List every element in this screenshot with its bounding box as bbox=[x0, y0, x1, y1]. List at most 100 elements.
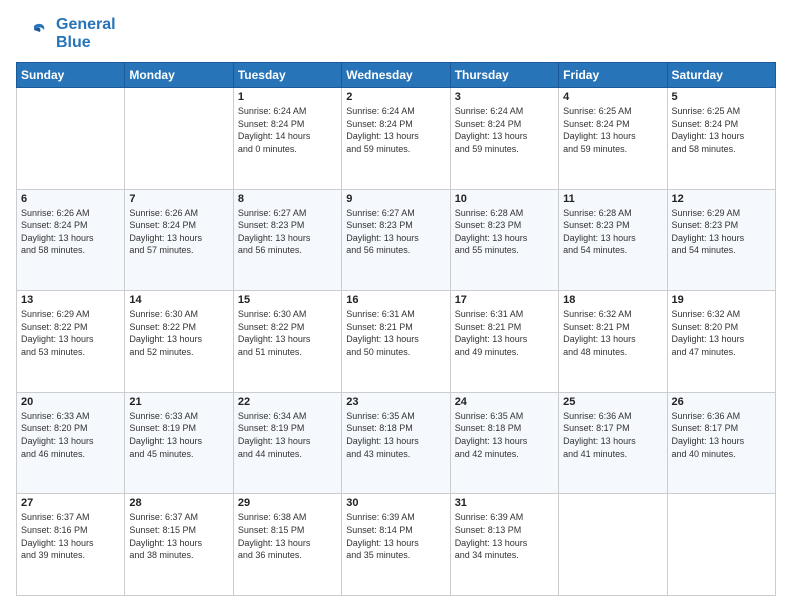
day-info: Sunrise: 6:33 AM Sunset: 8:20 PM Dayligh… bbox=[21, 410, 120, 460]
day-info: Sunrise: 6:37 AM Sunset: 8:16 PM Dayligh… bbox=[21, 511, 120, 561]
day-info: Sunrise: 6:30 AM Sunset: 8:22 PM Dayligh… bbox=[238, 308, 337, 358]
calendar-cell: 14 Sunrise: 6:30 AM Sunset: 8:22 PM Dayli… bbox=[125, 291, 233, 393]
day-number: 6 bbox=[21, 193, 120, 205]
day-info: Sunrise: 6:26 AM Sunset: 8:24 PM Dayligh… bbox=[129, 207, 228, 257]
calendar-cell: 4Sunrise: 6:25 AM Sunset: 8:24 PM Daylig… bbox=[559, 88, 667, 190]
day-number: 8 bbox=[238, 193, 337, 205]
calendar-cell: 23 Sunrise: 6:35 AM Sunset: 8:18 PM Dayli… bbox=[342, 392, 450, 494]
calendar-cell: 27 Sunrise: 6:37 AM Sunset: 8:16 PM Dayli… bbox=[17, 494, 125, 596]
day-info: Sunrise: 6:35 AM Sunset: 8:18 PM Dayligh… bbox=[346, 410, 445, 460]
calendar-cell: 8Sunrise: 6:27 AM Sunset: 8:23 PM Daylig… bbox=[233, 189, 341, 291]
weekday-header-saturday: Saturday bbox=[667, 63, 775, 88]
calendar-cell: 18 Sunrise: 6:32 AM Sunset: 8:21 PM Dayli… bbox=[559, 291, 667, 393]
calendar-cell: 31 Sunrise: 6:39 AM Sunset: 8:13 PM Dayli… bbox=[450, 494, 558, 596]
calendar-week-row: 13 Sunrise: 6:29 AM Sunset: 8:22 PM Dayli… bbox=[17, 291, 776, 393]
day-info: Sunrise: 6:31 AM Sunset: 8:21 PM Dayligh… bbox=[455, 308, 554, 358]
day-number: 23 bbox=[346, 396, 445, 408]
day-info: Sunrise: 6:29 AM Sunset: 8:22 PM Dayligh… bbox=[21, 308, 120, 358]
day-info: Sunrise: 6:26 AM Sunset: 8:24 PM Dayligh… bbox=[21, 207, 120, 257]
logo-bird-icon bbox=[16, 16, 52, 52]
calendar-cell bbox=[17, 88, 125, 190]
day-info: Sunrise: 6:37 AM Sunset: 8:15 PM Dayligh… bbox=[129, 511, 228, 561]
calendar-cell: 22 Sunrise: 6:34 AM Sunset: 8:19 PM Dayli… bbox=[233, 392, 341, 494]
day-number: 28 bbox=[129, 497, 228, 509]
calendar-cell: 1 Sunrise: 6:24 AM Sunset: 8:24 PM Daylig… bbox=[233, 88, 341, 190]
day-number: 27 bbox=[21, 497, 120, 509]
logo-container: General Blue bbox=[16, 16, 116, 52]
day-number: 11 bbox=[563, 193, 662, 205]
day-info: Sunrise: 6:36 AM Sunset: 8:17 PM Dayligh… bbox=[563, 410, 662, 460]
day-info: Sunrise: 6:25 AM Sunset: 8:24 PM Dayligh… bbox=[672, 105, 771, 155]
weekday-header-row: SundayMondayTuesdayWednesdayThursdayFrid… bbox=[17, 63, 776, 88]
day-number: 25 bbox=[563, 396, 662, 408]
day-info: Sunrise: 6:28 AM Sunset: 8:23 PM Dayligh… bbox=[563, 207, 662, 257]
calendar-cell: 10 Sunrise: 6:28 AM Sunset: 8:23 PM Dayli… bbox=[450, 189, 558, 291]
day-number: 29 bbox=[238, 497, 337, 509]
day-number: 18 bbox=[563, 294, 662, 306]
day-number: 16 bbox=[346, 294, 445, 306]
calendar-cell: 5 Sunrise: 6:25 AM Sunset: 8:24 PM Daylig… bbox=[667, 88, 775, 190]
day-number: 26 bbox=[672, 396, 771, 408]
day-info: Sunrise: 6:30 AM Sunset: 8:22 PM Dayligh… bbox=[129, 308, 228, 358]
day-info: Sunrise: 6:29 AM Sunset: 8:23 PM Dayligh… bbox=[672, 207, 771, 257]
day-number: 21 bbox=[129, 396, 228, 408]
day-info: Sunrise: 6:39 AM Sunset: 8:13 PM Dayligh… bbox=[455, 511, 554, 561]
day-info: Sunrise: 6:31 AM Sunset: 8:21 PM Dayligh… bbox=[346, 308, 445, 358]
calendar-cell: 11 Sunrise: 6:28 AM Sunset: 8:23 PM Dayli… bbox=[559, 189, 667, 291]
day-number: 7 bbox=[129, 193, 228, 205]
day-number: 31 bbox=[455, 497, 554, 509]
day-number: 5 bbox=[672, 91, 771, 103]
logo-general: General bbox=[56, 16, 116, 34]
calendar-cell: 2Sunrise: 6:24 AM Sunset: 8:24 PM Daylig… bbox=[342, 88, 450, 190]
day-number: 19 bbox=[672, 294, 771, 306]
day-info: Sunrise: 6:32 AM Sunset: 8:21 PM Dayligh… bbox=[563, 308, 662, 358]
calendar-table: SundayMondayTuesdayWednesdayThursdayFrid… bbox=[16, 62, 776, 596]
calendar-cell: 17 Sunrise: 6:31 AM Sunset: 8:21 PM Dayli… bbox=[450, 291, 558, 393]
day-number: 20 bbox=[21, 396, 120, 408]
day-number: 9 bbox=[346, 193, 445, 205]
day-info: Sunrise: 6:32 AM Sunset: 8:20 PM Dayligh… bbox=[672, 308, 771, 358]
day-number: 14 bbox=[129, 294, 228, 306]
day-info: Sunrise: 6:34 AM Sunset: 8:19 PM Dayligh… bbox=[238, 410, 337, 460]
calendar-cell: 6 Sunrise: 6:26 AM Sunset: 8:24 PM Daylig… bbox=[17, 189, 125, 291]
calendar-week-row: 27 Sunrise: 6:37 AM Sunset: 8:16 PM Dayli… bbox=[17, 494, 776, 596]
calendar-cell bbox=[125, 88, 233, 190]
day-info: Sunrise: 6:28 AM Sunset: 8:23 PM Dayligh… bbox=[455, 207, 554, 257]
weekday-header-tuesday: Tuesday bbox=[233, 63, 341, 88]
weekday-header-wednesday: Wednesday bbox=[342, 63, 450, 88]
calendar-cell: 3Sunrise: 6:24 AM Sunset: 8:24 PM Daylig… bbox=[450, 88, 558, 190]
day-number: 24 bbox=[455, 396, 554, 408]
calendar-week-row: 1 Sunrise: 6:24 AM Sunset: 8:24 PM Daylig… bbox=[17, 88, 776, 190]
day-info: Sunrise: 6:38 AM Sunset: 8:15 PM Dayligh… bbox=[238, 511, 337, 561]
day-number: 17 bbox=[455, 294, 554, 306]
day-number: 22 bbox=[238, 396, 337, 408]
calendar-week-row: 6 Sunrise: 6:26 AM Sunset: 8:24 PM Daylig… bbox=[17, 189, 776, 291]
day-number: 4 bbox=[563, 91, 662, 103]
calendar-cell bbox=[559, 494, 667, 596]
calendar-cell bbox=[667, 494, 775, 596]
logo: General Blue bbox=[16, 16, 116, 52]
calendar-cell: 24 Sunrise: 6:35 AM Sunset: 8:18 PM Dayli… bbox=[450, 392, 558, 494]
calendar-cell: 7 Sunrise: 6:26 AM Sunset: 8:24 PM Daylig… bbox=[125, 189, 233, 291]
day-info: Sunrise: 6:36 AM Sunset: 8:17 PM Dayligh… bbox=[672, 410, 771, 460]
calendar-cell: 9 Sunrise: 6:27 AM Sunset: 8:23 PM Daylig… bbox=[342, 189, 450, 291]
day-number: 1 bbox=[238, 91, 337, 103]
day-number: 10 bbox=[455, 193, 554, 205]
day-info: Sunrise: 6:27 AM Sunset: 8:23 PM Dayligh… bbox=[346, 207, 445, 257]
calendar-cell: 25 Sunrise: 6:36 AM Sunset: 8:17 PM Dayli… bbox=[559, 392, 667, 494]
header: General Blue bbox=[16, 16, 776, 52]
day-number: 30 bbox=[346, 497, 445, 509]
weekday-header-monday: Monday bbox=[125, 63, 233, 88]
calendar-cell: 19 Sunrise: 6:32 AM Sunset: 8:20 PM Dayli… bbox=[667, 291, 775, 393]
page: General Blue SundayMondayTuesdayWednesda… bbox=[0, 0, 792, 612]
calendar-cell: 21 Sunrise: 6:33 AM Sunset: 8:19 PM Dayli… bbox=[125, 392, 233, 494]
day-info: Sunrise: 6:24 AM Sunset: 8:24 PM Dayligh… bbox=[455, 105, 554, 155]
weekday-header-sunday: Sunday bbox=[17, 63, 125, 88]
day-number: 13 bbox=[21, 294, 120, 306]
day-info: Sunrise: 6:24 AM Sunset: 8:24 PM Dayligh… bbox=[238, 105, 337, 155]
calendar-week-row: 20 Sunrise: 6:33 AM Sunset: 8:20 PM Dayli… bbox=[17, 392, 776, 494]
calendar-cell: 13 Sunrise: 6:29 AM Sunset: 8:22 PM Dayli… bbox=[17, 291, 125, 393]
day-info: Sunrise: 6:33 AM Sunset: 8:19 PM Dayligh… bbox=[129, 410, 228, 460]
calendar-cell: 12Sunrise: 6:29 AM Sunset: 8:23 PM Dayli… bbox=[667, 189, 775, 291]
day-info: Sunrise: 6:35 AM Sunset: 8:18 PM Dayligh… bbox=[455, 410, 554, 460]
